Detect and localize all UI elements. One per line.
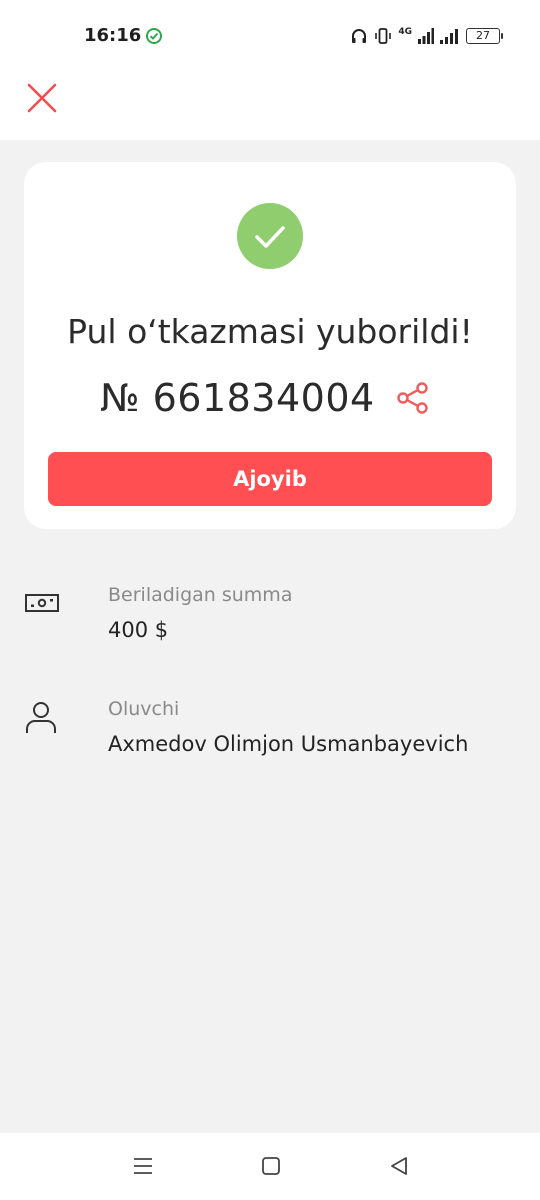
detail-row-recipient: Oluvchi Axmedov Olimjon Usmanbayevich — [0, 698, 540, 758]
signal-strength-2-icon — [440, 29, 458, 44]
success-card: Pul o‘tkazmasi yuborildi! № 661834004 Aj… — [24, 162, 516, 529]
transfer-number-row: № 661834004 — [100, 374, 431, 422]
banknote-icon — [25, 594, 59, 612]
system-nav-bar — [0, 1133, 540, 1200]
close-icon[interactable] — [26, 82, 58, 114]
share-icon[interactable] — [395, 380, 431, 416]
check-circle-icon — [237, 203, 303, 269]
status-time: 16:16 — [84, 25, 142, 46]
user-icon — [26, 702, 56, 733]
recipient-value: Axmedov Olimjon Usmanbayevich — [108, 732, 469, 756]
top-app-bar: 16:16 4G 27 — [0, 0, 540, 140]
home-square-icon[interactable] — [260, 1155, 282, 1177]
recipient-label: Oluvchi — [108, 698, 180, 720]
status-bar: 16:16 4G 27 — [0, 0, 540, 72]
back-triangle-icon[interactable] — [388, 1155, 410, 1177]
sync-check-icon — [146, 28, 162, 44]
signal-strength-icon — [418, 28, 434, 44]
headphones-icon — [352, 29, 367, 43]
network-type: 4G — [398, 26, 412, 37]
amount-value: 400 $ — [108, 618, 169, 642]
transfer-number: № 661834004 — [100, 376, 375, 420]
ajoyib-button[interactable]: Ajoyib — [48, 452, 492, 506]
menu-icon[interactable] — [132, 1155, 154, 1177]
status-indicators: 4G 27 — [350, 26, 503, 46]
vibrate-icon — [375, 28, 392, 44]
battery-icon: 27 — [466, 28, 503, 44]
amount-label: Beriladigan summa — [108, 584, 293, 606]
success-title: Pul o‘tkazmasi yuborildi! — [67, 312, 473, 351]
detail-row-amount: Beriladigan summa 400 $ — [0, 584, 540, 644]
